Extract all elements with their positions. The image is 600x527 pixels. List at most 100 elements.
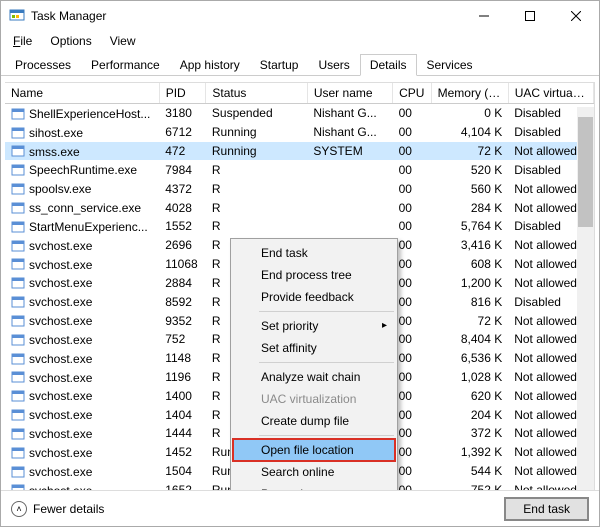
footer-bar: ˄ Fewer details End task xyxy=(1,490,599,526)
end-task-button[interactable]: End task xyxy=(504,497,589,521)
cell-cpu: 00 xyxy=(393,349,432,368)
fewer-details-toggle[interactable]: ˄ Fewer details xyxy=(11,501,104,517)
col-header-cpu[interactable]: CPU xyxy=(393,83,432,104)
cm-search-online[interactable]: Search online xyxy=(233,461,395,483)
cell-pid: 1444 xyxy=(159,424,206,443)
process-name: spoolsv.exe xyxy=(29,182,91,196)
tab-users[interactable]: Users xyxy=(308,54,359,76)
cell-cpu: 00 xyxy=(393,160,432,179)
table-row[interactable]: ss_conn_service.exe4028R00284 KNot allow… xyxy=(5,198,594,217)
cm-end-task[interactable]: End task xyxy=(233,242,395,264)
cell-user xyxy=(307,179,392,198)
vertical-scrollbar[interactable] xyxy=(577,107,594,490)
title-bar: Task Manager xyxy=(1,1,599,31)
cell-cpu: 00 xyxy=(393,481,432,490)
cell-pid: 9352 xyxy=(159,311,206,330)
cell-pid: 11068 xyxy=(159,255,206,274)
cm-end-process-tree[interactable]: End process tree xyxy=(233,264,395,286)
cm-create-dump-file[interactable]: Create dump file xyxy=(233,410,395,432)
cell-cpu: 00 xyxy=(393,405,432,424)
cell-memory: 544 K xyxy=(431,462,508,481)
tab-performance[interactable]: Performance xyxy=(81,54,170,76)
table-row[interactable]: smss.exe472RunningSYSTEM0072 KNot allowe… xyxy=(5,142,594,161)
cell-pid: 4028 xyxy=(159,198,206,217)
tab-strip: ProcessesPerformanceApp historyStartupUs… xyxy=(1,51,599,76)
tab-startup[interactable]: Startup xyxy=(250,54,309,76)
col-header-pid[interactable]: PID xyxy=(159,83,206,104)
maximize-button[interactable] xyxy=(507,1,553,31)
process-icon xyxy=(11,446,25,460)
tab-app-history[interactable]: App history xyxy=(170,54,250,76)
context-menu: End task End process tree Provide feedba… xyxy=(230,238,398,490)
tab-services[interactable]: Services xyxy=(417,54,483,76)
cell-pid: 752 xyxy=(159,330,206,349)
cell-cpu: 00 xyxy=(393,198,432,217)
cell-pid: 4372 xyxy=(159,179,206,198)
process-name: svchost.exe xyxy=(29,389,92,403)
fewer-details-label: Fewer details xyxy=(33,502,104,516)
cell-memory: 372 K xyxy=(431,424,508,443)
col-header-name[interactable]: Name xyxy=(5,83,159,104)
process-icon xyxy=(11,220,25,234)
process-name: StartMenuExperienc... xyxy=(29,220,148,234)
cell-pid: 1148 xyxy=(159,349,206,368)
cell-pid: 472 xyxy=(159,142,206,161)
cell-user xyxy=(307,217,392,236)
process-name: svchost.exe xyxy=(29,483,92,490)
cell-user xyxy=(307,160,392,179)
cm-open-file-location[interactable]: Open file location xyxy=(233,439,395,461)
process-icon xyxy=(11,314,25,328)
cm-provide-feedback[interactable]: Provide feedback xyxy=(233,286,395,308)
app-icon xyxy=(9,7,25,26)
cell-memory: 752 K xyxy=(431,481,508,490)
cm-analyze-wait-chain[interactable]: Analyze wait chain xyxy=(233,366,395,388)
menu-view[interactable]: View xyxy=(102,33,144,49)
table-row[interactable]: StartMenuExperienc...1552R005,764 KDisab… xyxy=(5,217,594,236)
process-name: SpeechRuntime.exe xyxy=(29,163,137,177)
cm-separator xyxy=(259,435,394,436)
col-header-user[interactable]: User name xyxy=(307,83,392,104)
cm-properties[interactable]: Properties xyxy=(233,483,395,490)
cm-set-priority[interactable]: Set priority▸ xyxy=(233,315,395,337)
cell-memory: 608 K xyxy=(431,255,508,274)
process-icon xyxy=(11,144,25,158)
cell-memory: 4,104 K xyxy=(431,123,508,142)
process-name: svchost.exe xyxy=(29,276,92,290)
table-row[interactable]: sihost.exe6712RunningNishant G...004,104… xyxy=(5,123,594,142)
col-header-uac[interactable]: UAC virtualizat... xyxy=(508,83,593,104)
cell-memory: 560 K xyxy=(431,179,508,198)
menu-file[interactable]: File xyxy=(5,33,40,49)
tab-details[interactable]: Details xyxy=(360,54,417,76)
table-row[interactable]: SpeechRuntime.exe7984R00520 KDisabled xyxy=(5,160,594,179)
cell-memory: 0 K xyxy=(431,104,508,123)
process-name: svchost.exe xyxy=(29,333,92,347)
cm-set-affinity[interactable]: Set affinity xyxy=(233,337,395,359)
col-header-status[interactable]: Status xyxy=(206,83,307,104)
col-header-memory[interactable]: Memory (a... xyxy=(431,83,508,104)
cell-pid: 2696 xyxy=(159,236,206,255)
window-controls xyxy=(461,1,599,31)
cell-pid: 1652 xyxy=(159,481,206,490)
menu-bar: File Options View xyxy=(1,31,599,51)
cell-cpu: 00 xyxy=(393,462,432,481)
process-icon xyxy=(11,126,25,140)
process-name: svchost.exe xyxy=(29,352,92,366)
process-name: svchost.exe xyxy=(29,427,92,441)
table-row[interactable]: spoolsv.exe4372R00560 KNot allowed xyxy=(5,179,594,198)
process-icon xyxy=(11,257,25,271)
process-name: sihost.exe xyxy=(29,126,83,140)
cell-status: R xyxy=(206,198,307,217)
cell-pid: 1452 xyxy=(159,443,206,462)
minimize-button[interactable] xyxy=(461,1,507,31)
cell-cpu: 00 xyxy=(393,292,432,311)
process-icon xyxy=(11,333,25,347)
cell-user: Nishant G... xyxy=(307,104,392,123)
menu-options[interactable]: Options xyxy=(42,33,99,49)
tab-processes[interactable]: Processes xyxy=(5,54,81,76)
process-icon xyxy=(11,107,25,121)
close-button[interactable] xyxy=(553,1,599,31)
cell-cpu: 00 xyxy=(393,142,432,161)
table-row[interactable]: ShellExperienceHost...3180SuspendedNisha… xyxy=(5,104,594,123)
cell-memory: 284 K xyxy=(431,198,508,217)
scrollbar-thumb[interactable] xyxy=(578,117,593,227)
